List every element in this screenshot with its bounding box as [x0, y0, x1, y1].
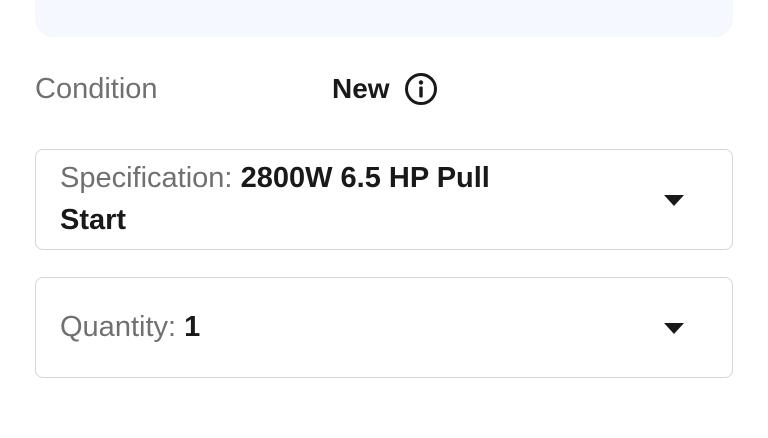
- condition-row: Condition New: [35, 66, 733, 112]
- condition-label: Condition: [35, 72, 158, 105]
- specification-select[interactable]: Specification: 2800W 6.5 HP Pull Start: [35, 149, 733, 250]
- quantity-text: Quantity: 1: [60, 306, 560, 348]
- quantity-select[interactable]: Quantity: 1: [35, 277, 733, 378]
- product-options-panel: Condition New Specification: 2800W 6.5 H…: [0, 0, 768, 438]
- quantity-label: Quantity:: [60, 311, 177, 343]
- specification-text: Specification: 2800W 6.5 HP Pull Start: [60, 157, 560, 241]
- quantity-value: 1: [184, 311, 201, 343]
- info-circle-icon[interactable]: [404, 72, 438, 106]
- caret-down-icon: [664, 323, 684, 334]
- condition-value: New: [332, 73, 390, 104]
- specification-label: Specification:: [60, 162, 233, 194]
- caret-down-icon: [664, 195, 684, 206]
- top-banner: [35, 0, 733, 37]
